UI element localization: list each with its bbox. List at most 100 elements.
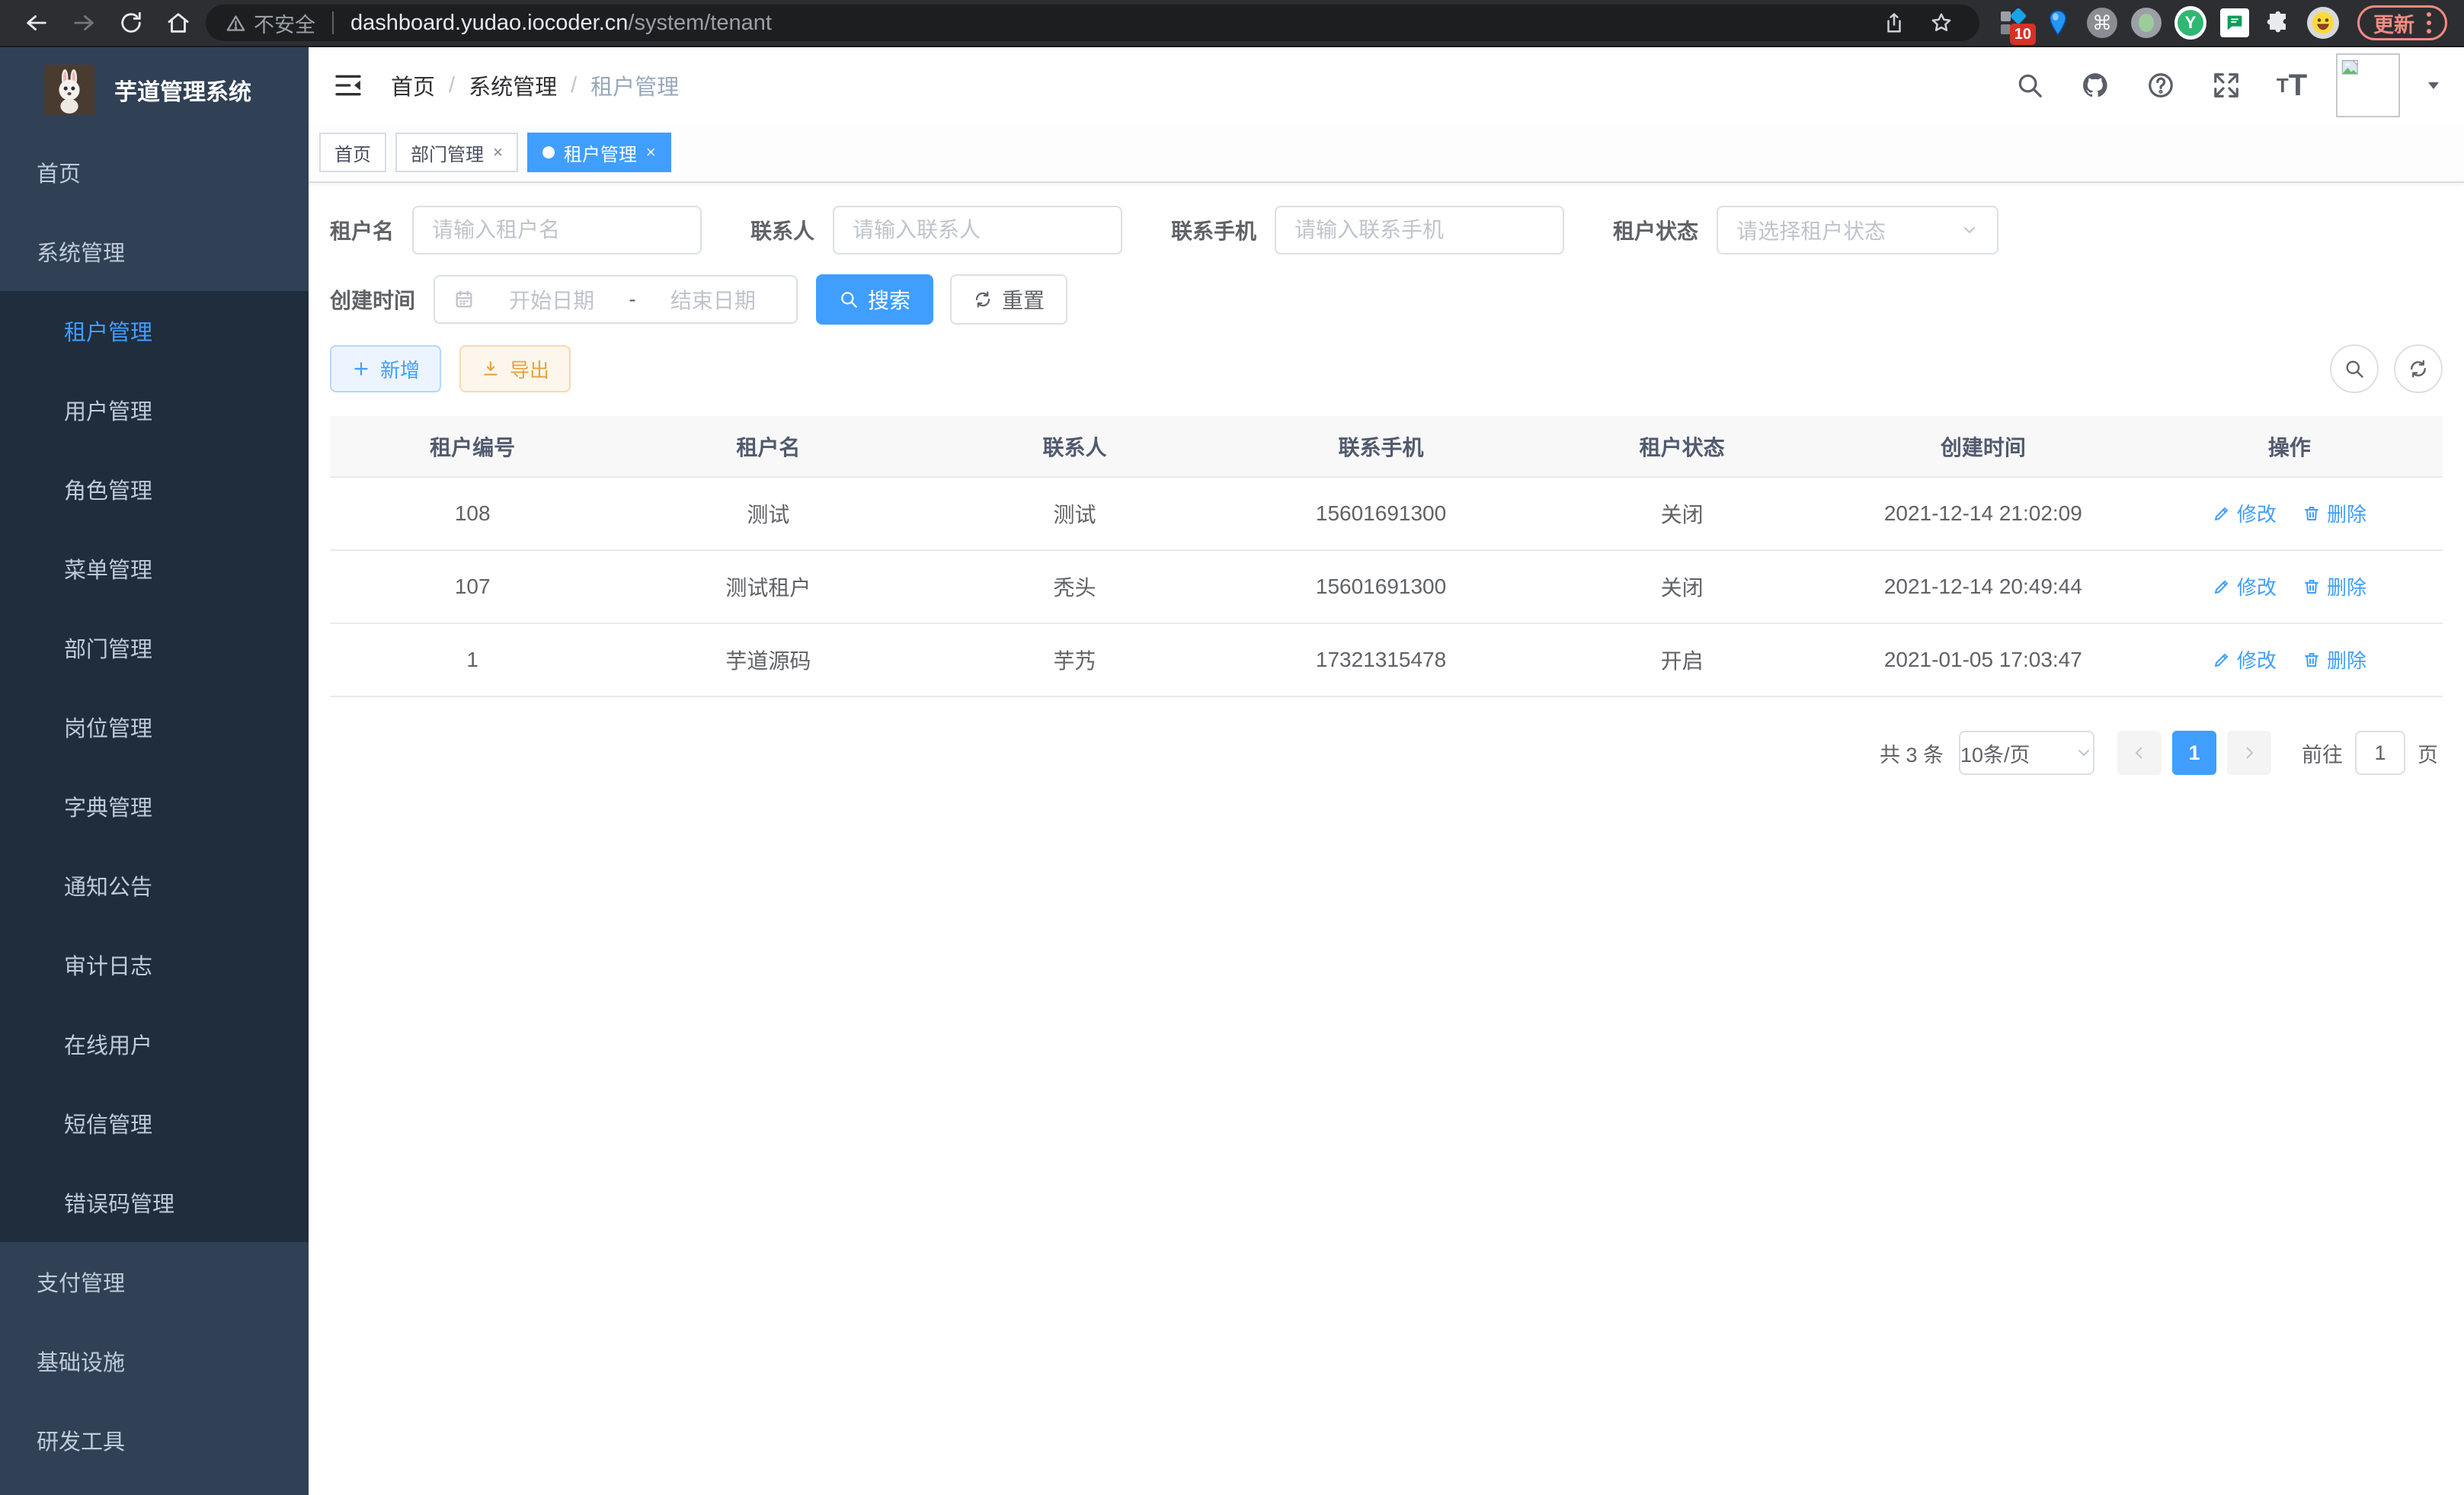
sidebar-item-短信管理[interactable]: 短信管理 <box>0 1084 309 1163</box>
breadcrumb-item[interactable]: 系统管理 <box>469 69 557 101</box>
sidebar-item-部门管理[interactable]: 部门管理 <box>0 608 309 687</box>
date-range-picker[interactable]: 开始日期 - 结束日期 <box>434 275 798 324</box>
url-text[interactable]: dashboard.yudao.iocoder.cn/system/tenant <box>350 11 1865 36</box>
tab-部门管理[interactable]: 部门管理× <box>395 133 518 172</box>
table-toolbar: 新增 导出 <box>330 344 2443 393</box>
breadcrumb: 首页/系统管理/租户管理 <box>391 69 679 101</box>
sidebar-item-用户管理[interactable]: 用户管理 <box>0 370 309 450</box>
chat-extension-icon[interactable] <box>2219 7 2251 39</box>
sidebar-item-系统管理[interactable]: 系统管理 <box>0 212 309 291</box>
question-icon[interactable] <box>2139 64 2182 107</box>
cell-operations: 修改删除 <box>2136 477 2443 550</box>
navbar-actions: TT <box>2008 53 2443 117</box>
page-content: 租户名联系人联系手机租户状态请选择租户状态 创建时间 开始日期 - 结束日期 搜… <box>309 183 2464 775</box>
delete-link[interactable]: 删除 <box>2302 645 2366 674</box>
goto-page-input[interactable] <box>2355 731 2405 775</box>
page-number-1[interactable]: 1 <box>2172 731 2216 775</box>
map-pin-extension-icon[interactable] <box>2042 7 2074 39</box>
app-title: 芋道管理系统 <box>114 73 251 107</box>
refresh-table-button[interactable] <box>2394 344 2443 393</box>
pin-extension-icon[interactable]: 10 <box>1998 7 2030 39</box>
sidebar: 芋道管理系统 首页系统管理租户管理用户管理角色管理菜单管理部门管理岗位管理字典管… <box>0 47 309 1495</box>
sidebar-item-菜单管理[interactable]: 菜单管理 <box>0 529 309 608</box>
column-header-租户名: 租户名 <box>615 416 921 477</box>
edit-link[interactable]: 修改 <box>2213 645 2277 674</box>
github-icon[interactable] <box>2074 64 2117 107</box>
browser-back-icon[interactable] <box>17 3 56 43</box>
cell-name: 芋道源码 <box>615 623 921 696</box>
cell-mobile: 17321315478 <box>1228 623 1534 696</box>
cell-status: 关闭 <box>1534 477 1830 550</box>
edit-link[interactable]: 修改 <box>2213 499 2277 527</box>
share-icon[interactable] <box>1876 5 1912 41</box>
sidebar-item-角色管理[interactable]: 角色管理 <box>0 450 309 529</box>
trash-icon <box>2302 578 2321 596</box>
date-start-placeholder: 开始日期 <box>487 284 616 315</box>
delete-link[interactable]: 删除 <box>2302 572 2366 600</box>
edit-link[interactable]: 修改 <box>2213 572 2277 600</box>
reset-button[interactable]: 重置 <box>950 274 1067 325</box>
hamburger-icon[interactable] <box>330 67 366 104</box>
filter-input-联系手机[interactable] <box>1275 206 1564 255</box>
browser-forward-icon[interactable] <box>64 3 104 43</box>
tenant-table: 租户编号租户名联系人联系手机租户状态创建时间操作 108测试测试15601691… <box>330 416 2443 697</box>
smiley-extension-icon[interactable] <box>2307 7 2339 39</box>
fullscreen-icon[interactable] <box>2205 64 2248 107</box>
toggle-search-button[interactable] <box>2330 344 2379 393</box>
filter-联系手机: 联系手机 <box>1171 206 1564 255</box>
sidebar-item-首页[interactable]: 首页 <box>0 133 309 212</box>
fontsize-icon[interactable]: TT <box>2270 64 2313 107</box>
active-dot <box>542 146 555 158</box>
avatar[interactable] <box>2336 53 2400 117</box>
search-icon[interactable] <box>2008 64 2051 107</box>
cell-status: 开启 <box>1534 623 1830 696</box>
delete-link[interactable]: 删除 <box>2302 499 2366 527</box>
prev-page-button[interactable] <box>2117 731 2162 775</box>
warning-icon <box>226 13 246 34</box>
tab-close-icon[interactable]: × <box>646 142 656 162</box>
browser-menu-icon[interactable] <box>2427 12 2431 34</box>
column-header-创建时间: 创建时间 <box>1830 416 2136 477</box>
sidebar-item-支付管理[interactable]: 支付管理 <box>0 1242 309 1321</box>
sidebar-item-错误码管理[interactable]: 错误码管理 <box>0 1163 309 1242</box>
filter-input-租户名[interactable] <box>412 206 702 255</box>
sidebar-item-岗位管理[interactable]: 岗位管理 <box>0 687 309 767</box>
bookmark-star-icon[interactable] <box>1923 5 1960 41</box>
sidebar-item-审计日志[interactable]: 审计日志 <box>0 925 309 1004</box>
filter-租户状态: 租户状态请选择租户状态 <box>1613 206 1998 255</box>
sidebar-item-通知公告[interactable]: 通知公告 <box>0 846 309 925</box>
search-button[interactable]: 搜索 <box>816 274 933 325</box>
plus-icon <box>351 359 371 379</box>
filter-input[interactable] <box>1294 218 1544 242</box>
record-extension-icon[interactable] <box>2130 7 2162 39</box>
avatar-caret-icon[interactable] <box>2424 76 2443 94</box>
browser-home-icon[interactable] <box>158 3 198 43</box>
next-page-button[interactable] <box>2227 731 2271 775</box>
tab-首页[interactable]: 首页 <box>319 133 386 172</box>
breadcrumb-item[interactable]: 首页 <box>391 69 435 101</box>
add-button[interactable]: 新增 <box>330 345 441 392</box>
sidebar-item-租户管理[interactable]: 租户管理 <box>0 291 309 370</box>
yudao-extension-icon[interactable]: Y <box>2174 7 2206 39</box>
tab-租户管理[interactable]: 租户管理× <box>527 133 671 172</box>
page-size-select[interactable]: 10条/页 <box>1959 731 2094 775</box>
app-logo[interactable]: 芋道管理系统 <box>0 47 309 133</box>
sidebar-item-基础设施[interactable]: 基础设施 <box>0 1321 309 1401</box>
pagination-total: 共 3 条 <box>1880 738 1944 768</box>
tab-close-icon[interactable]: × <box>493 142 503 162</box>
sidebar-item-在线用户[interactable]: 在线用户 <box>0 1004 309 1084</box>
address-bar[interactable]: 不安全 dashboard.yudao.iocoder.cn/system/te… <box>206 5 1979 41</box>
sidebar-item-字典管理[interactable]: 字典管理 <box>0 767 309 846</box>
filter-input[interactable] <box>853 218 1102 242</box>
browser-update-button[interactable]: 更新 <box>2357 5 2447 40</box>
filter-input-联系人[interactable] <box>833 206 1122 255</box>
page-unit-label: 页 <box>2418 738 2438 768</box>
filter-input[interactable] <box>432 218 682 242</box>
command-extension-icon[interactable]: ⌘ <box>2086 7 2118 39</box>
tenant-status-select[interactable]: 请选择租户状态 <box>1717 206 1998 255</box>
export-button[interactable]: 导出 <box>459 345 571 392</box>
cell-id: 1 <box>330 623 615 696</box>
browser-reload-icon[interactable] <box>111 3 151 43</box>
sidebar-item-研发工具[interactable]: 研发工具 <box>0 1401 309 1480</box>
puzzle-extension-icon[interactable] <box>2263 7 2295 39</box>
